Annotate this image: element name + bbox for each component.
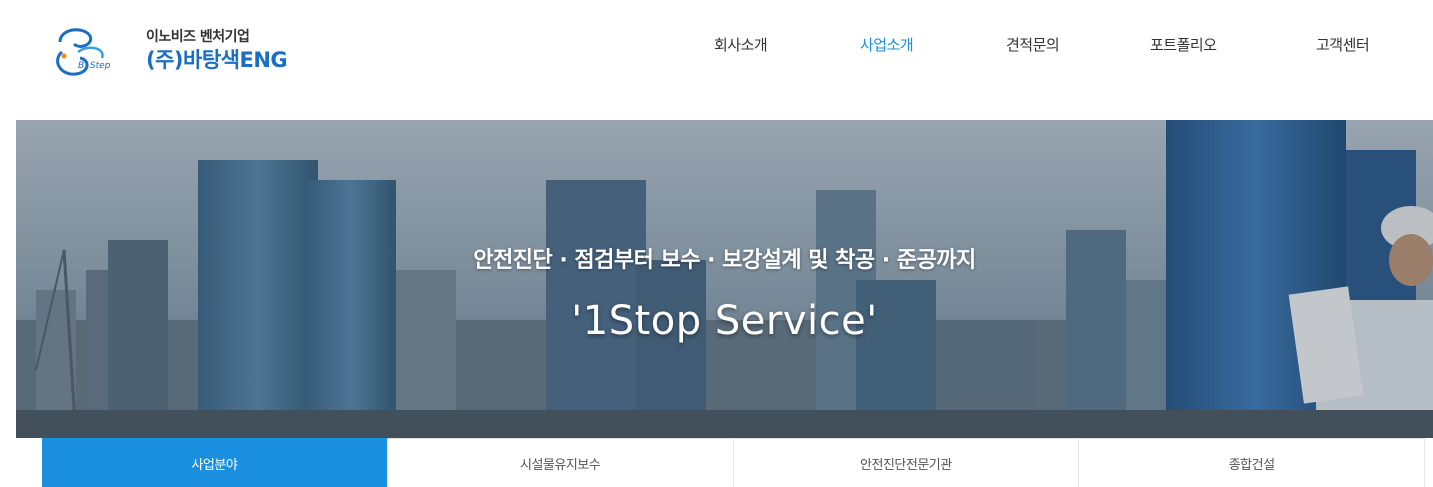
site-header: B1Step 이노비즈 벤처기업 (주)바탕색ENG 회사소개 사업소개 견적문… bbox=[0, 0, 1433, 120]
tab-safety-inspection[interactable]: 안전진단전문기관 bbox=[733, 438, 1080, 487]
hero-banner: 안전진단 · 점검부터 보수 · 보강설계 및 착공 · 준공까지 '1Stop… bbox=[16, 120, 1433, 438]
main-nav: 회사소개 사업소개 견적문의 포트폴리오 고객센터 bbox=[0, 34, 1433, 58]
tab-general-construction[interactable]: 종합건설 bbox=[1079, 438, 1425, 487]
tab-business-area[interactable]: 사업분야 bbox=[42, 438, 388, 487]
nav-item-estimate[interactable]: 견적문의 bbox=[1006, 34, 1060, 55]
tab-facility-maintenance[interactable]: 시설물유지보수 bbox=[387, 438, 734, 487]
nav-item-support[interactable]: 고객센터 bbox=[1316, 34, 1370, 55]
nav-item-company[interactable]: 회사소개 bbox=[714, 34, 768, 55]
svg-text:B1Step: B1Step bbox=[78, 61, 111, 71]
business-tabs: 사업분야 시설물유지보수 안전진단전문기관 종합건설 bbox=[42, 438, 1425, 487]
nav-item-portfolio[interactable]: 포트폴리오 bbox=[1150, 34, 1217, 55]
nav-item-business[interactable]: 사업소개 bbox=[860, 34, 914, 55]
hero-subtitle: 안전진단 · 점검부터 보수 · 보강설계 및 착공 · 준공까지 bbox=[473, 248, 976, 273]
hero-title: '1Stop Service' bbox=[571, 298, 878, 344]
